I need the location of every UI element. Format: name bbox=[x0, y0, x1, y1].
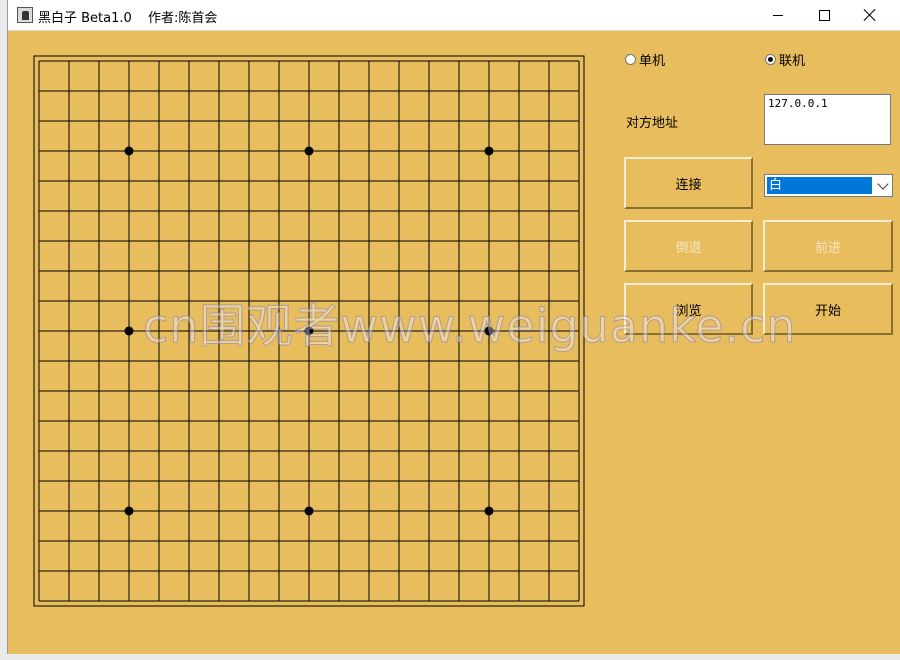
mode-single-label: 单机 bbox=[639, 54, 666, 69]
star-point bbox=[304, 146, 314, 156]
chevron-down-icon bbox=[877, 178, 889, 190]
forward-button[interactable]: 前进 bbox=[763, 220, 893, 272]
address-input[interactable]: 127.0.0.1 bbox=[764, 94, 891, 145]
close-button[interactable] bbox=[847, 0, 893, 30]
title-bar[interactable]: 黑白子 Beta1.0 作者:陈首会 bbox=[8, 0, 900, 31]
star-point bbox=[304, 506, 314, 516]
star-point bbox=[484, 146, 494, 156]
star-point bbox=[124, 146, 134, 156]
start-button[interactable]: 开始 bbox=[763, 283, 893, 335]
radio-circle-icon bbox=[625, 54, 636, 65]
window-title: 黑白子 Beta1.0 bbox=[38, 11, 132, 26]
undo-button[interactable]: 倒退 bbox=[624, 220, 753, 272]
address-label: 对方地址 bbox=[626, 116, 679, 131]
radio-circle-icon bbox=[765, 54, 776, 65]
mode-online-radio[interactable]: 联机 bbox=[765, 50, 805, 69]
maximize-button[interactable] bbox=[801, 0, 847, 30]
mode-single-radio[interactable]: 单机 bbox=[625, 50, 665, 69]
connect-button[interactable]: 连接 bbox=[624, 157, 753, 209]
star-point bbox=[304, 326, 314, 336]
background-window-edge bbox=[0, 0, 7, 660]
browse-button[interactable]: 浏览 bbox=[624, 283, 753, 335]
minimize-button[interactable] bbox=[755, 0, 801, 30]
mode-online-label: 联机 bbox=[779, 54, 806, 69]
minimize-icon bbox=[773, 14, 783, 16]
star-point bbox=[124, 506, 134, 516]
app-window: 黑白子 Beta1.0 作者:陈首会 单机 联机 对方地址 127.0.0.1 … bbox=[7, 0, 900, 654]
maximize-icon bbox=[818, 9, 830, 21]
close-icon bbox=[863, 8, 877, 22]
color-select-value: 白 bbox=[766, 176, 873, 195]
star-point bbox=[484, 506, 494, 516]
go-board[interactable] bbox=[33, 55, 586, 608]
window-author: 作者:陈首会 bbox=[148, 11, 218, 26]
star-point bbox=[124, 326, 134, 336]
app-icon bbox=[17, 7, 33, 23]
star-point bbox=[484, 326, 494, 336]
color-select[interactable]: 白 bbox=[764, 174, 893, 197]
